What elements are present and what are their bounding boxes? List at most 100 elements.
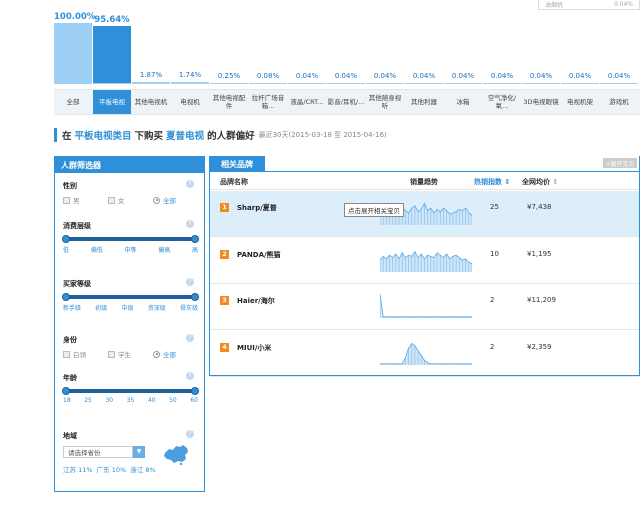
category-share-bar[interactable]: 0.04%: [522, 10, 560, 86]
identity-option-whitecollar[interactable]: 白领: [63, 349, 108, 359]
slider-handle-min[interactable]: [62, 387, 70, 395]
slider-handle-max[interactable]: [191, 387, 199, 395]
bar-baseline: [444, 83, 482, 84]
bar-baseline: [600, 83, 638, 84]
category-share-bars: 100.00% 95.64% 1.87% 1.74% 0.25% 0.08% 0.04% 0.…: [54, 10, 640, 88]
title-text-2: 下购买: [134, 131, 164, 142]
category-tab[interactable]: 空气净化/氧...: [483, 90, 521, 114]
category-share-bar[interactable]: 0.04%: [483, 10, 521, 86]
category-share-bar[interactable]: 0.08%: [249, 10, 287, 86]
category-tab[interactable]: 全部: [54, 90, 92, 114]
category-tab[interactable]: 其他电视配件: [210, 90, 248, 114]
rank-badge: 1: [220, 203, 229, 212]
rank-badge: 4: [220, 343, 229, 352]
help-icon[interactable]: ?: [186, 372, 194, 380]
category-tab[interactable]: 液晶/CRT...: [288, 90, 326, 114]
help-icon[interactable]: ?: [186, 180, 194, 188]
gender-option-all[interactable]: 全部: [153, 195, 198, 205]
identity-section: 身份 ? 白领 学生 全部: [63, 334, 198, 359]
age-title: 年龄: [63, 374, 77, 382]
category-share-bar[interactable]: 0.04%: [327, 10, 365, 86]
category-share-bar[interactable]: 0.04%: [405, 10, 443, 86]
category-tab[interactable]: 其他利器: [405, 90, 443, 114]
slider-track: [66, 295, 195, 299]
bar-baseline: [327, 83, 365, 84]
tab-related-brands[interactable]: 相关品牌: [209, 156, 265, 172]
slider-tick-label: 30: [105, 397, 114, 404]
consumption-slider[interactable]: [62, 235, 199, 243]
brand-name[interactable]: Haier/海尔: [237, 296, 275, 306]
sort-icon: ⇕: [552, 178, 559, 186]
china-map-icon: [164, 445, 188, 465]
category-share-bar[interactable]: 95.64%: [93, 10, 131, 86]
slider-tick-label: 资深级: [147, 305, 166, 312]
category-share-bar[interactable]: 100.00%: [54, 10, 95, 86]
region-stat-3: 浙江 8%: [130, 466, 156, 474]
category-share-bar[interactable]: 0.25%: [210, 10, 248, 86]
category-tab[interactable]: 电视机: [171, 90, 209, 114]
brand-name[interactable]: PANDA/熊猫: [237, 250, 281, 260]
category-share-bar[interactable]: 0.04%: [366, 10, 404, 86]
brand-name[interactable]: MIUI/小米: [237, 343, 271, 353]
title-text-1: 在: [62, 131, 72, 142]
gender-option-female[interactable]: 女: [108, 195, 153, 205]
title-category[interactable]: 平板电视类目: [75, 128, 132, 142]
option-label: 白领: [73, 351, 86, 359]
chevron-down-icon[interactable]: ▼: [133, 446, 145, 458]
age-slider[interactable]: [62, 387, 199, 395]
slider-track: [66, 237, 195, 241]
category-tab[interactable]: 平板电视: [93, 90, 131, 114]
radio-icon: [153, 196, 160, 204]
identity-option-student[interactable]: 学生: [108, 349, 153, 359]
slider-tick-label: 低: [63, 247, 70, 254]
help-icon[interactable]: ?: [186, 430, 194, 438]
province-select[interactable]: 请选择省份 ▼: [63, 446, 145, 458]
help-icon[interactable]: ?: [186, 220, 194, 228]
bar-baseline: [171, 83, 209, 84]
gender-option-male[interactable]: 男: [63, 195, 108, 205]
slider-tick-label: 50: [169, 397, 177, 404]
gender-title: 性别: [63, 182, 77, 190]
category-share-bar[interactable]: 0.04%: [288, 10, 326, 86]
category-tab[interactable]: 3D电视眼镜: [522, 90, 560, 114]
category-share-bar[interactable]: 0.04%: [444, 10, 482, 86]
category-tab[interactable]: 冰箱: [444, 90, 482, 114]
slider-tick-label: 新手级: [63, 305, 82, 312]
slider-tick-label: 40: [147, 397, 156, 404]
bar-percent-label: 95.64%: [94, 14, 130, 25]
brand-row[interactable]: 3 Haier/海尔 2 ¥11,209: [210, 284, 639, 330]
brand-name[interactable]: Sharp/夏普: [237, 203, 277, 213]
category-share-bar[interactable]: 1.87%: [132, 10, 170, 86]
category-share-bar[interactable]: 0.04%: [600, 10, 638, 86]
help-icon[interactable]: ?: [186, 278, 194, 286]
category-tab[interactable]: 电视机架: [561, 90, 599, 114]
checkbox-icon: [108, 196, 115, 204]
col-hot-index[interactable]: 热销指数 ⇕: [474, 177, 510, 187]
title-brand[interactable]: 夏普电视: [166, 128, 204, 142]
brand-row[interactable]: 2 PANDA/熊猫 10 ¥1,195: [210, 238, 639, 284]
slider-handle-min[interactable]: [62, 235, 70, 243]
expand-items-button[interactable]: +展开宝贝: [603, 158, 637, 168]
category-tab[interactable]: 影音/耳机/...: [327, 90, 365, 114]
option-label: 男: [73, 197, 80, 205]
rank-badge: 2: [220, 250, 229, 259]
slider-handle-min[interactable]: [62, 293, 70, 301]
consumption-ticks: 低 偏低 中等 偏高 高: [63, 245, 198, 254]
category-share-bar[interactable]: 0.04%: [561, 10, 599, 86]
category-tab[interactable]: 拉杆广场音箱...: [249, 90, 287, 114]
sparkline-area: [380, 294, 472, 318]
brand-row[interactable]: 1 Sharp/夏普 25 ¥7,438 点击展开相关宝贝: [210, 191, 639, 237]
help-icon[interactable]: ?: [186, 334, 194, 342]
slider-handle-max[interactable]: [191, 293, 199, 301]
col-avg-price[interactable]: 全网均价 ⇕: [522, 177, 558, 187]
category-share-bar[interactable]: 1.74%: [171, 10, 209, 86]
buyer-level-slider[interactable]: [62, 293, 199, 301]
brand-row[interactable]: 4 MIUI/小米 2 ¥2,359: [210, 331, 639, 377]
slider-tick-label: 骨灰级: [179, 305, 198, 312]
identity-option-all[interactable]: 全部: [153, 349, 198, 359]
category-tab[interactable]: 游戏机: [600, 90, 638, 114]
category-tab[interactable]: 其他电视机: [132, 90, 170, 114]
related-brands-panel: 相关品牌 +展开宝贝 品牌名称 销量趋势 热销指数 ⇕ 全网均价 ⇕ 1 Shar…: [209, 156, 640, 377]
slider-handle-max[interactable]: [191, 235, 199, 243]
category-tab[interactable]: 其他随身视听: [366, 90, 404, 114]
